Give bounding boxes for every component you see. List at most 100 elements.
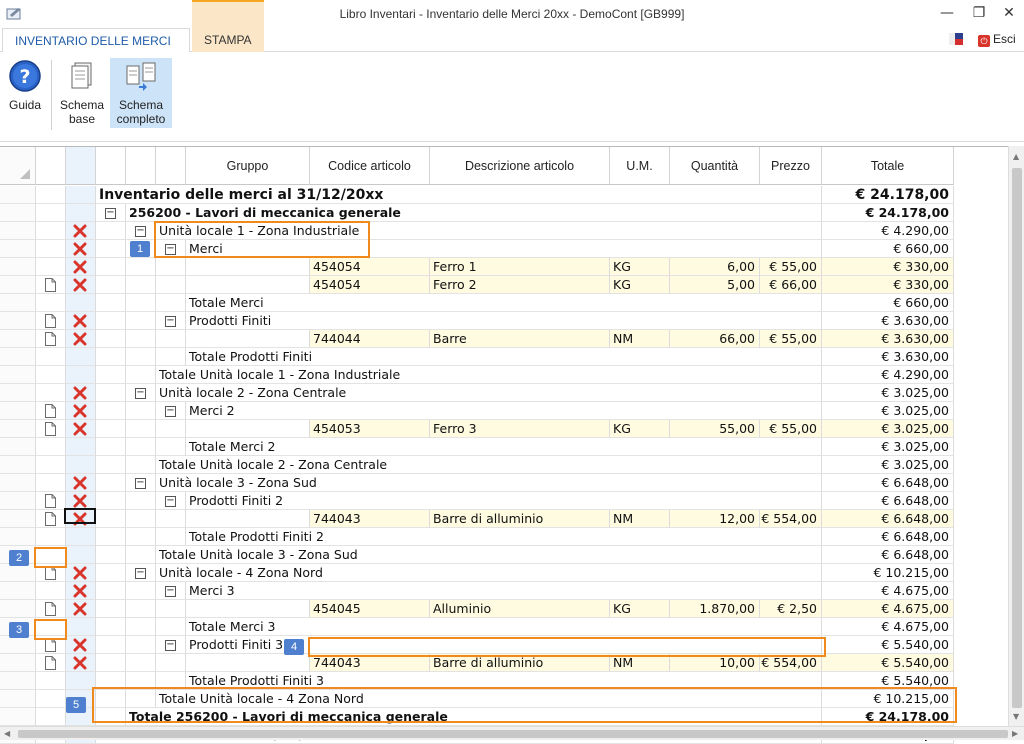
minimize-button[interactable]: — [936, 4, 958, 22]
doc-cell[interactable] [36, 294, 66, 312]
grid-row-unittotal[interactable]: Totale Unità locale 2 - Zona Centrale € 3… [0, 456, 954, 474]
restore-button[interactable]: ❐ [968, 4, 990, 22]
quantita-cell[interactable]: 6,00 [670, 258, 760, 276]
delete-cell[interactable] [66, 204, 96, 222]
prezzo-cell[interactable]: € 55,00 [760, 330, 822, 348]
schema-base-button[interactable]: Schema base [56, 58, 108, 128]
header-quantita[interactable]: Quantità [670, 147, 760, 185]
delete-cell[interactable] [66, 366, 96, 384]
delete-cell[interactable] [66, 348, 96, 366]
doc-cell[interactable] [36, 708, 66, 726]
document-icon[interactable] [45, 314, 56, 328]
delete-cell[interactable] [66, 240, 96, 258]
document-icon[interactable] [45, 404, 56, 418]
doc-cell[interactable] [36, 510, 66, 528]
quantita-cell[interactable]: 66,00 [670, 330, 760, 348]
delete-icon[interactable] [73, 566, 87, 580]
delete-cell[interactable] [66, 276, 96, 294]
collapse-icon[interactable]: − [105, 208, 116, 219]
delete-cell[interactable] [66, 330, 96, 348]
delete-cell[interactable] [66, 564, 96, 582]
collapse-icon[interactable]: − [135, 478, 146, 489]
doc-cell[interactable] [36, 492, 66, 510]
schema-completo-button[interactable]: Schema completo [110, 58, 172, 128]
quantita-cell[interactable]: 12,00 [670, 510, 760, 528]
grid-row-title[interactable]: Inventario delle merci al 31/12/20xx € 24… [0, 186, 954, 204]
header-prezzo[interactable]: Prezzo [760, 147, 822, 185]
um-cell[interactable]: NM [610, 654, 670, 672]
delete-cell[interactable] [66, 654, 96, 672]
grid-row-group[interactable]: −256200 - Lavori di meccanica generale € … [0, 204, 954, 222]
grid-row-unittotal[interactable]: Totale Unità locale 3 - Zona Sud € 6.648,… [0, 546, 954, 564]
grid-row-subtotal[interactable]: Totale Prodotti Finiti 2 € 6.648,00 [0, 528, 954, 546]
grid-row-unit[interactable]: − Unità locale 2 - Zona Centrale € 3.025,0… [0, 384, 954, 402]
doc-cell[interactable] [36, 600, 66, 618]
descrizione-articolo-cell[interactable]: Barre di alluminio [430, 510, 610, 528]
delete-icon[interactable] [73, 656, 87, 670]
expander-cell[interactable]: − [126, 222, 156, 240]
expander-cell[interactable]: − [156, 402, 186, 420]
delete-cell[interactable] [66, 384, 96, 402]
codice-articolo-cell[interactable]: 744043 [310, 510, 430, 528]
quantita-cell[interactable]: 1.870,00 [670, 600, 760, 618]
grid-row-item[interactable]: 744043 Barre di alluminio NM 12,00 € 554,00 €… [0, 510, 954, 528]
expander-cell[interactable]: − [156, 492, 186, 510]
descrizione-articolo-cell[interactable]: Ferro 1 [430, 258, 610, 276]
doc-cell[interactable] [36, 672, 66, 690]
codice-articolo-cell[interactable]: 744043 [310, 654, 430, 672]
delete-cell[interactable] [66, 618, 96, 636]
delete-cell[interactable] [66, 636, 96, 654]
descrizione-articolo-cell[interactable]: Alluminio [430, 600, 610, 618]
document-icon[interactable] [45, 602, 56, 616]
grid-row-item[interactable]: 744043 Barre di alluminio NM 10,00 € 554,00 €… [0, 654, 954, 672]
delete-cell[interactable] [66, 474, 96, 492]
doc-cell[interactable] [36, 420, 66, 438]
um-cell[interactable]: NM [610, 330, 670, 348]
header-um[interactable]: U.M. [610, 147, 670, 185]
grid-row-sub[interactable]: − Prodotti Finiti € 3.630,00 [0, 312, 954, 330]
document-icon[interactable] [45, 512, 56, 526]
scroll-right-icon[interactable]: ▶ [1012, 729, 1018, 738]
doc-cell[interactable] [36, 204, 66, 222]
quantita-cell[interactable]: 10,00 [670, 654, 760, 672]
selected-cell[interactable] [64, 508, 96, 524]
exit-button[interactable]: ⏻ Esci [978, 32, 1016, 47]
doc-cell[interactable] [36, 528, 66, 546]
collapse-icon[interactable]: − [165, 640, 176, 651]
collapse-icon[interactable]: − [165, 316, 176, 327]
doc-cell[interactable] [36, 312, 66, 330]
header-descrizione-articolo[interactable]: Descrizione articolo [430, 147, 610, 185]
delete-icon[interactable] [73, 476, 87, 490]
delete-cell[interactable] [66, 312, 96, 330]
descrizione-articolo-cell[interactable]: Barre [430, 330, 610, 348]
grid-row-sub[interactable]: − Merci 2 € 3.025,00 [0, 402, 954, 420]
grid-row-sub[interactable]: − Merci 3 € 4.675,00 [0, 582, 954, 600]
delete-cell[interactable] [66, 438, 96, 456]
expander-cell[interactable]: − [156, 582, 186, 600]
delete-icon[interactable] [73, 404, 87, 418]
tab-stampa[interactable]: STAMPA [192, 0, 264, 52]
grid-row-unit[interactable]: − Unità locale - 4 Zona Nord € 10.215,00 [0, 564, 954, 582]
doc-cell[interactable] [36, 348, 66, 366]
doc-cell[interactable] [36, 276, 66, 294]
delete-cell[interactable] [66, 456, 96, 474]
doc-cell[interactable] [36, 258, 66, 276]
doc-cell[interactable] [36, 330, 66, 348]
delete-cell[interactable] [66, 186, 96, 204]
doc-cell[interactable] [36, 402, 66, 420]
descrizione-articolo-cell[interactable]: Ferro 3 [430, 420, 610, 438]
doc-cell[interactable] [36, 474, 66, 492]
grid-row-subtotal[interactable]: Totale Merci 3 € 4.675,00 [0, 618, 954, 636]
grid-row-unittotal[interactable]: Totale Unità locale 1 - Zona Industriale… [0, 366, 954, 384]
delete-cell[interactable] [66, 402, 96, 420]
collapse-icon[interactable]: − [165, 244, 176, 255]
delete-icon[interactable] [73, 332, 87, 346]
horizontal-scroll-thumb[interactable] [18, 730, 1008, 738]
grid-row-subtotal[interactable]: Totale Prodotti Finiti 3 € 5.540,00 [0, 672, 954, 690]
doc-cell[interactable] [36, 564, 66, 582]
doc-cell[interactable] [36, 384, 66, 402]
prezzo-cell[interactable]: € 2,50 [760, 600, 822, 618]
codice-articolo-cell[interactable]: 454053 [310, 420, 430, 438]
delete-cell[interactable] [66, 600, 96, 618]
close-button[interactable]: ✕ [998, 4, 1020, 22]
